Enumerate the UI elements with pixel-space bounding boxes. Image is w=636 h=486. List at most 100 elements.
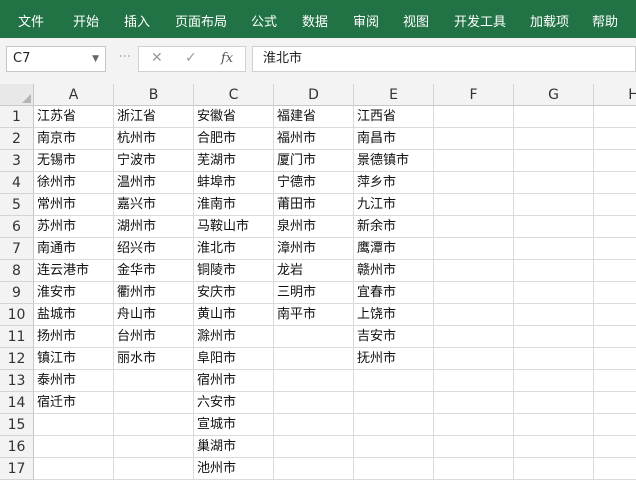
cell[interactable] bbox=[514, 238, 594, 260]
cell[interactable]: 莆田市 bbox=[274, 194, 354, 216]
row-header[interactable]: 14 bbox=[0, 392, 34, 414]
cell[interactable] bbox=[114, 370, 194, 392]
row-header[interactable]: 10 bbox=[0, 304, 34, 326]
cell[interactable]: 温州市 bbox=[114, 172, 194, 194]
row-header[interactable]: 9 bbox=[0, 282, 34, 304]
row-header[interactable]: 7 bbox=[0, 238, 34, 260]
cell[interactable] bbox=[514, 392, 594, 414]
column-header[interactable]: H bbox=[594, 84, 636, 106]
insert-function-icon[interactable]: fx bbox=[221, 51, 233, 66]
row-header[interactable]: 2 bbox=[0, 128, 34, 150]
cell[interactable] bbox=[514, 128, 594, 150]
cell[interactable] bbox=[434, 128, 514, 150]
cell[interactable] bbox=[514, 106, 594, 128]
cell[interactable] bbox=[594, 282, 636, 304]
cell[interactable]: 鹰潭市 bbox=[354, 238, 434, 260]
row-header[interactable]: 6 bbox=[0, 216, 34, 238]
row-header[interactable]: 5 bbox=[0, 194, 34, 216]
cell[interactable]: 铜陵市 bbox=[194, 260, 274, 282]
cell[interactable]: 浙江省 bbox=[114, 106, 194, 128]
cell[interactable] bbox=[434, 414, 514, 436]
cell[interactable] bbox=[594, 436, 636, 458]
row-header[interactable]: 15 bbox=[0, 414, 34, 436]
cell[interactable] bbox=[354, 370, 434, 392]
select-all-button[interactable] bbox=[0, 84, 34, 106]
cell[interactable]: 嘉兴市 bbox=[114, 194, 194, 216]
cell[interactable]: 马鞍山市 bbox=[194, 216, 274, 238]
cell[interactable]: 漳州市 bbox=[274, 238, 354, 260]
cell[interactable] bbox=[434, 348, 514, 370]
cell[interactable]: 无锡市 bbox=[34, 150, 114, 172]
cell[interactable] bbox=[594, 172, 636, 194]
more-icon[interactable]: ⋮ bbox=[118, 50, 132, 62]
row-header[interactable]: 13 bbox=[0, 370, 34, 392]
cell[interactable]: 福建省 bbox=[274, 106, 354, 128]
row-header[interactable]: 3 bbox=[0, 150, 34, 172]
row-header[interactable]: 1 bbox=[0, 106, 34, 128]
cell[interactable]: 三明市 bbox=[274, 282, 354, 304]
cell[interactable] bbox=[594, 370, 636, 392]
cell[interactable] bbox=[434, 326, 514, 348]
ribbon-tab[interactable]: 插入 bbox=[124, 11, 150, 30]
row-header[interactable]: 8 bbox=[0, 260, 34, 282]
ribbon-tab[interactable]: 数据 bbox=[302, 11, 328, 30]
cell[interactable]: 宜春市 bbox=[354, 282, 434, 304]
cell[interactable]: 赣州市 bbox=[354, 260, 434, 282]
cell[interactable]: 新余市 bbox=[354, 216, 434, 238]
ribbon-tab[interactable]: 公式 bbox=[251, 11, 277, 30]
cell[interactable] bbox=[514, 150, 594, 172]
name-box[interactable]: C7 ▼ bbox=[6, 46, 106, 72]
cell[interactable] bbox=[274, 370, 354, 392]
cell[interactable] bbox=[434, 436, 514, 458]
cell[interactable]: 宿州市 bbox=[194, 370, 274, 392]
cell[interactable] bbox=[434, 370, 514, 392]
cell[interactable]: 苏州市 bbox=[34, 216, 114, 238]
cell[interactable]: 金华市 bbox=[114, 260, 194, 282]
cell[interactable]: 泰州市 bbox=[34, 370, 114, 392]
cell[interactable] bbox=[514, 370, 594, 392]
cell[interactable] bbox=[434, 392, 514, 414]
cell[interactable]: 淮南市 bbox=[194, 194, 274, 216]
cell[interactable]: 池州市 bbox=[194, 458, 274, 480]
cell[interactable]: 南平市 bbox=[274, 304, 354, 326]
cell[interactable] bbox=[274, 392, 354, 414]
cell[interactable] bbox=[114, 436, 194, 458]
cell[interactable]: 厦门市 bbox=[274, 150, 354, 172]
cell[interactable]: 南通市 bbox=[34, 238, 114, 260]
cell[interactable] bbox=[434, 260, 514, 282]
cell[interactable] bbox=[594, 458, 636, 480]
cell[interactable] bbox=[354, 414, 434, 436]
cell[interactable]: 上饶市 bbox=[354, 304, 434, 326]
cell[interactable]: 巢湖市 bbox=[194, 436, 274, 458]
cell[interactable]: 九江市 bbox=[354, 194, 434, 216]
cell[interactable] bbox=[354, 436, 434, 458]
cell[interactable] bbox=[594, 304, 636, 326]
column-header[interactable]: F bbox=[434, 84, 514, 106]
cell[interactable] bbox=[514, 414, 594, 436]
cell[interactable]: 六安市 bbox=[194, 392, 274, 414]
cell[interactable]: 南京市 bbox=[34, 128, 114, 150]
column-header[interactable]: B bbox=[114, 84, 194, 106]
cancel-icon[interactable]: ✕ bbox=[151, 50, 163, 66]
formula-input[interactable]: 淮北市 bbox=[252, 46, 636, 72]
cell[interactable] bbox=[274, 326, 354, 348]
cell[interactable]: 宁德市 bbox=[274, 172, 354, 194]
ribbon-tab[interactable]: 帮助 bbox=[592, 11, 618, 30]
cell[interactable]: 江西省 bbox=[354, 106, 434, 128]
cell[interactable]: 景德镇市 bbox=[354, 150, 434, 172]
cell[interactable] bbox=[434, 238, 514, 260]
cell[interactable]: 淮北市 bbox=[194, 238, 274, 260]
cell[interactable] bbox=[594, 260, 636, 282]
cell[interactable]: 抚州市 bbox=[354, 348, 434, 370]
ribbon-tab[interactable]: 审阅 bbox=[353, 11, 379, 30]
column-header[interactable]: D bbox=[274, 84, 354, 106]
cell[interactable] bbox=[514, 436, 594, 458]
cell[interactable]: 吉安市 bbox=[354, 326, 434, 348]
cell[interactable] bbox=[274, 414, 354, 436]
row-header[interactable]: 4 bbox=[0, 172, 34, 194]
cell[interactable] bbox=[354, 458, 434, 480]
cell[interactable]: 宁波市 bbox=[114, 150, 194, 172]
cell[interactable] bbox=[34, 458, 114, 480]
cell[interactable]: 湖州市 bbox=[114, 216, 194, 238]
chevron-down-icon[interactable]: ▼ bbox=[92, 47, 99, 71]
